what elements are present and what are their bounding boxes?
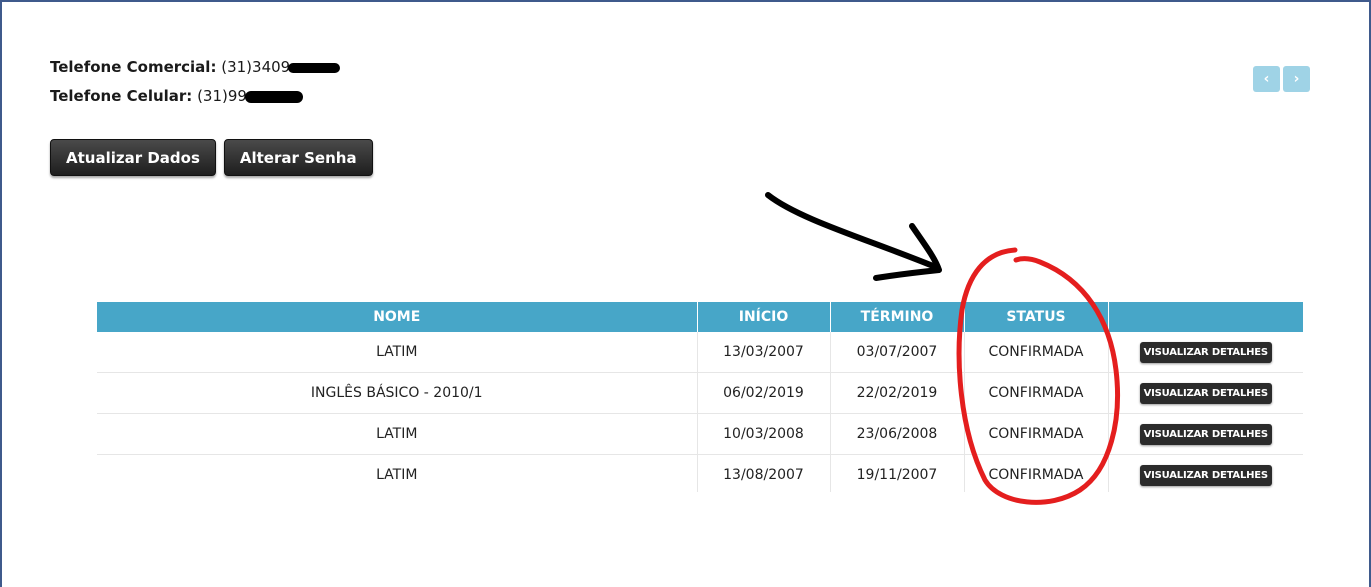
cell-termino: 19/11/2007 bbox=[830, 454, 965, 492]
column-header-status: STATUS bbox=[964, 302, 1109, 332]
account-actions: Atualizar Dados Alterar Senha bbox=[50, 139, 373, 176]
redaction-mark bbox=[244, 90, 303, 103]
cell-action: VISUALIZAR DETALHES bbox=[1108, 372, 1303, 414]
table-row: LATIM 10/03/2008 23/06/2008 CONFIRMADA V… bbox=[97, 413, 1303, 455]
cell-status: CONFIRMADA bbox=[964, 413, 1109, 455]
phone-celular-value: (31)99 bbox=[197, 87, 247, 105]
change-password-button[interactable]: Alterar Senha bbox=[223, 139, 373, 176]
phone-celular-label: Telefone Celular: bbox=[50, 87, 193, 105]
cell-inicio: 13/08/2007 bbox=[697, 454, 831, 492]
cell-action: VISUALIZAR DETALHES bbox=[1108, 332, 1303, 373]
table-row: LATIM 13/08/2007 19/11/2007 CONFIRMADA V… bbox=[97, 454, 1303, 492]
pager-prev-button[interactable]: ‹ bbox=[1253, 66, 1280, 92]
update-data-button[interactable]: Atualizar Dados bbox=[50, 139, 216, 176]
pager-next-button[interactable]: › bbox=[1283, 66, 1310, 92]
table-row: LATIM 13/03/2007 03/07/2007 CONFIRMADA V… bbox=[97, 332, 1303, 373]
chevron-left-icon: ‹ bbox=[1263, 71, 1270, 87]
view-details-button[interactable]: VISUALIZAR DETALHES bbox=[1139, 382, 1272, 404]
cell-nome: LATIM bbox=[97, 332, 698, 373]
column-header-termino: TÉRMINO bbox=[830, 302, 965, 332]
phone-comercial-value: (31)3409 bbox=[221, 58, 291, 76]
table-header-row: NOME INÍCIO TÉRMINO STATUS bbox=[97, 302, 1303, 332]
view-details-button[interactable]: VISUALIZAR DETALHES bbox=[1139, 464, 1272, 486]
view-details-button[interactable]: VISUALIZAR DETALHES bbox=[1139, 423, 1272, 445]
phone-celular: Telefone Celular: (31)99 bbox=[50, 87, 303, 105]
view-details-button[interactable]: VISUALIZAR DETALHES bbox=[1139, 341, 1272, 363]
cell-nome: LATIM bbox=[97, 413, 698, 455]
cell-termino: 03/07/2007 bbox=[830, 332, 965, 373]
cell-status: CONFIRMADA bbox=[964, 372, 1109, 414]
phone-comercial: Telefone Comercial: (31)3409 bbox=[50, 58, 341, 76]
pager: ‹ › bbox=[1253, 66, 1310, 92]
cell-nome: INGLÊS BÁSICO - 2010/1 bbox=[97, 372, 698, 414]
courses-table-wrapper: NOME INÍCIO TÉRMINO STATUS LATIM 13/03/2… bbox=[97, 302, 1303, 492]
cell-inicio: 10/03/2008 bbox=[697, 413, 831, 455]
cell-nome: LATIM bbox=[97, 454, 698, 492]
redaction-mark bbox=[288, 62, 341, 73]
courses-table: NOME INÍCIO TÉRMINO STATUS LATIM 13/03/2… bbox=[97, 302, 1303, 492]
cell-action: VISUALIZAR DETALHES bbox=[1108, 454, 1303, 492]
cell-inicio: 06/02/2019 bbox=[697, 372, 831, 414]
cell-status: CONFIRMADA bbox=[964, 454, 1109, 492]
column-header-nome: NOME bbox=[97, 302, 698, 332]
cell-action: VISUALIZAR DETALHES bbox=[1108, 413, 1303, 455]
column-header-inicio: INÍCIO bbox=[697, 302, 831, 332]
chevron-right-icon: › bbox=[1293, 71, 1300, 87]
table-row: INGLÊS BÁSICO - 2010/1 06/02/2019 22/02/… bbox=[97, 372, 1303, 414]
cell-termino: 23/06/2008 bbox=[830, 413, 965, 455]
cell-termino: 22/02/2019 bbox=[830, 372, 965, 414]
cell-status: CONFIRMADA bbox=[964, 332, 1109, 373]
column-header-actions bbox=[1108, 302, 1303, 332]
phone-comercial-label: Telefone Comercial: bbox=[50, 58, 217, 76]
cell-inicio: 13/03/2007 bbox=[697, 332, 831, 373]
